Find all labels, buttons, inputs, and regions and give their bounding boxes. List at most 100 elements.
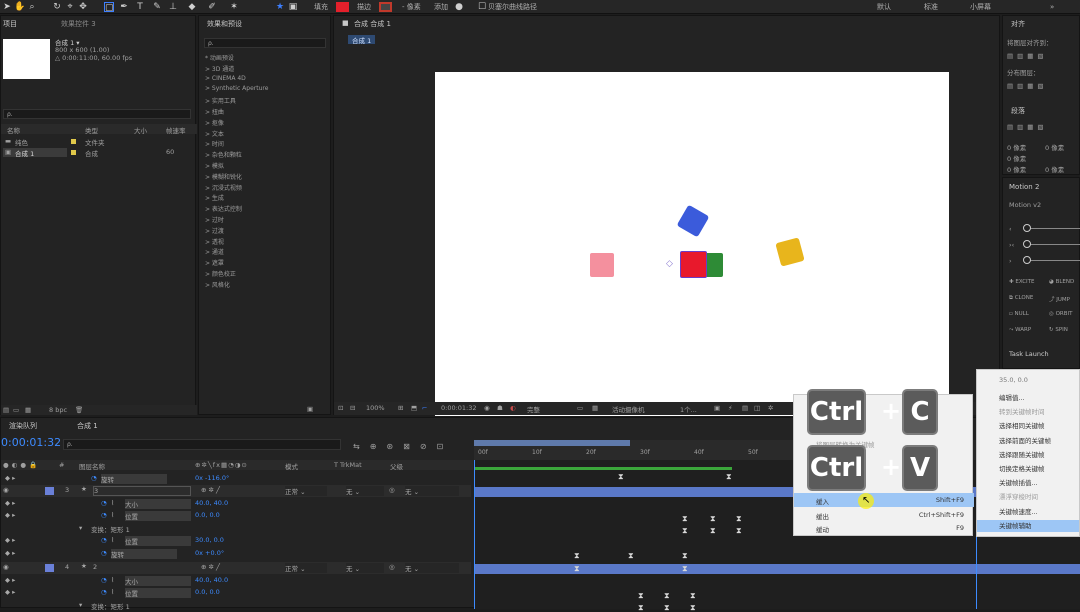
property-value[interactable]: 30.0, 0.0 (195, 536, 224, 544)
comp-timecode[interactable]: 0:00:01:32 (441, 404, 477, 413)
shape-tool-icon[interactable]: ▢ (104, 2, 114, 13)
submenu-item[interactable]: 选择前面的关键帧 (977, 435, 1079, 445)
yellow-square[interactable] (775, 237, 805, 267)
timeline-property-row[interactable]: ▾ 变换：矩形 1 (1, 523, 471, 535)
add-label[interactable]: 添加 (434, 2, 448, 12)
checkbox-icon[interactable]: ☐ (477, 2, 487, 12)
twirl-arrow-icon[interactable]: ▾ (79, 524, 82, 532)
label-color[interactable] (71, 150, 76, 155)
jump-button[interactable]: ⤴ JUMP (1049, 295, 1070, 304)
snapshot-icon[interactable]: ◉ (484, 404, 490, 413)
composition-tab[interactable]: 合成 合成 1 (354, 19, 391, 29)
submenu-item[interactable]: 选择相同关键帧 (977, 420, 1079, 430)
type-tool-icon[interactable]: T (135, 2, 145, 12)
quality-select[interactable]: 完整 (527, 404, 540, 414)
layer-name[interactable]: 2 (93, 563, 191, 573)
effect-category[interactable]: > 风格化 (205, 280, 230, 289)
effect-category[interactable]: > 文本 (205, 129, 224, 138)
slider-2-handle[interactable] (1023, 240, 1031, 248)
effect-category[interactable]: > 沉浸式视频 (205, 183, 242, 192)
keyframe-marker[interactable]: ⧗ (682, 565, 688, 573)
clone-stamp-tool-icon[interactable]: ⊥ (168, 2, 178, 12)
layer-name[interactable]: 3 (93, 486, 191, 496)
property-value[interactable]: 40.0, 40.0 (195, 576, 228, 584)
delete-icon[interactable]: 🗑 (75, 406, 83, 415)
comp-breadcrumb[interactable]: 合成 1 (348, 35, 376, 45)
mask-icon[interactable]: ⬒ (411, 404, 417, 413)
col-rate[interactable]: 帧速率 (166, 125, 186, 135)
timeline-layer-row[interactable]: ◉ 3 ★ 3 ⊕ ✲ ╱ 正常 ⌄ 无 ⌄ ◎ 无 ⌄ (1, 485, 471, 497)
graph-icon[interactable]: ⌇ (111, 511, 114, 519)
keyframe-marker[interactable]: ⧗ (628, 552, 634, 560)
render-queue-tab[interactable]: 渲染队列 (9, 421, 37, 431)
graph-icon[interactable]: ⌇ (111, 499, 114, 507)
timeline-layer-row[interactable]: ◉ 4 ★ 2 ⊕ ✲ ╱ 正常 ⌄ 无 ⌄ ◎ 无 ⌄ (1, 562, 471, 574)
keyframe-nav-icon[interactable]: ◆ ▸ (5, 499, 15, 507)
slider-3-handle[interactable] (1023, 256, 1031, 264)
keyframe-marker[interactable]: ⧗ (690, 592, 696, 600)
property-value[interactable]: 40.0, 40.0 (195, 499, 228, 507)
grid-icon[interactable]: ⊞ (398, 404, 403, 413)
monitor-icon[interactable]: ⊟ (350, 404, 355, 413)
keyframe-marker[interactable]: ⧗ (736, 515, 742, 523)
keyframe-marker[interactable]: ⧗ (664, 604, 670, 612)
keyframe-nav-icon[interactable]: ◆ ▸ (5, 588, 15, 596)
effect-category[interactable]: > 模糊和锐化 (205, 172, 242, 181)
camera-select[interactable]: 活动摄像机 (612, 404, 645, 414)
timeline-search-input[interactable]: ρ. (63, 439, 341, 450)
keyframe-marker[interactable]: ⧗ (682, 527, 688, 535)
visibility-icon[interactable]: ◉ (3, 563, 9, 571)
always-preview-icon[interactable]: ⊡ (338, 404, 343, 413)
paragraph-align-buttons[interactable]: ▤▥▦▧ (1007, 123, 1048, 132)
clone-button[interactable]: ⧉ CLONE (1009, 295, 1033, 304)
menu-easy-ease-in[interactable]: 缓入 Shift+F9 (794, 493, 974, 507)
fast-preview-icon[interactable]: ⚡ (728, 404, 733, 413)
spin-button[interactable]: ↻ SPIN (1049, 327, 1068, 336)
excite-button[interactable]: ✚ EXCITE (1009, 279, 1035, 288)
property-value[interactable]: 0.0, 0.0 (195, 588, 220, 596)
layer-label-color[interactable] (45, 487, 54, 495)
align-buttons[interactable]: ▤▥▦▧ (1007, 52, 1048, 61)
switch-icons[interactable]: ⊕ ✲ ╱ (201, 486, 220, 494)
property-value[interactable]: 0x -116.0° (195, 474, 229, 482)
property-value[interactable]: 0.0, 0.0 (195, 511, 220, 519)
layer-2-duration-bar[interactable] (474, 564, 1080, 574)
col-parent[interactable]: 父级 (390, 461, 403, 471)
effects-presets-tab[interactable]: 效果和预设 (207, 19, 242, 29)
stopwatch-icon[interactable]: ◔ (101, 576, 107, 584)
indent-right[interactable]: 0 像素 (1045, 142, 1064, 152)
brush-tool-icon[interactable]: ✎ (152, 2, 162, 12)
keyframe-marker[interactable]: ⧗ (726, 473, 732, 481)
interpret-footage-icon[interactable]: ▤ (3, 406, 9, 415)
stopwatch-icon[interactable]: ◔ (101, 549, 107, 557)
effect-category[interactable]: > 抠像 (205, 118, 224, 127)
keyframe-marker[interactable]: ⧗ (664, 592, 670, 600)
keyframe-marker[interactable]: ⧗ (574, 552, 580, 560)
parent-select[interactable]: 无 ⌄ (405, 563, 459, 573)
trkmat-select[interactable]: 无 ⌄ (346, 486, 384, 496)
timeline-property-row[interactable]: ◆ ▸ ◔ ⌇ 大小 40.0, 40.0 (1, 498, 471, 510)
pen-tool-icon[interactable]: ✒ (119, 2, 129, 12)
hand-tool-icon[interactable]: ✋ (14, 2, 25, 12)
col-type[interactable]: 类型 (85, 125, 98, 135)
workspace-default[interactable]: 默认 (877, 2, 891, 12)
keyframe-marker[interactable]: ⧗ (710, 515, 716, 523)
transparency-grid-icon[interactable]: ▦ (592, 404, 598, 413)
project-search-input[interactable]: ρ. (3, 109, 191, 119)
workspace-menu-icon[interactable]: » (1050, 2, 1054, 12)
timeline-property-row[interactable]: ◆ ▸ ◔ ⌇ 位置 30.0, 0.0 (1, 535, 471, 547)
submenu-item[interactable]: 选择跟随关键帧 (977, 449, 1079, 459)
align-title[interactable]: 对齐 (1011, 19, 1025, 29)
flowchart-icon[interactable]: ◫ (754, 404, 760, 413)
indent-left[interactable]: 0 像素 (1007, 142, 1026, 152)
mode-select[interactable]: 正常 ⌄ (285, 563, 327, 573)
timeline-link-icon[interactable]: ▤ (742, 404, 748, 413)
distribute-buttons[interactable]: ▤▥▦▧ (1007, 82, 1048, 91)
comp-canvas[interactable]: ◇ (435, 72, 949, 416)
parent-select[interactable]: 无 ⌄ (405, 486, 459, 496)
blue-square[interactable] (676, 204, 710, 238)
keyframe-nav-icon[interactable]: ◆ ▸ (5, 536, 15, 544)
col-layer-name[interactable]: 图层名称 (79, 461, 105, 471)
keyframe-marker[interactable]: ⧗ (618, 473, 624, 481)
orbit-button[interactable]: ◎ ORBIT (1049, 311, 1072, 320)
